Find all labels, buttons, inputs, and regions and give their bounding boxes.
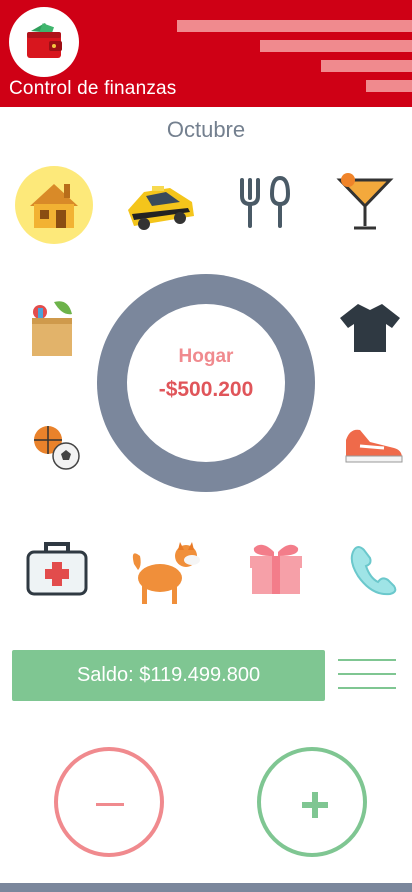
menu-line — [338, 673, 396, 675]
header-stripe — [321, 60, 412, 72]
grocery-bag-icon — [32, 301, 72, 356]
expense-ring-chart[interactable]: Hogar -$500.200 — [97, 274, 315, 492]
taxi-icon — [128, 186, 194, 230]
app-logo — [9, 7, 79, 77]
category-salud[interactable] — [20, 534, 96, 610]
category-comida[interactable] — [228, 166, 304, 242]
balance-button[interactable]: Saldo: $119.499.800 — [12, 650, 325, 701]
app-header: Control de finanzas — [0, 0, 412, 107]
add-expense-button[interactable] — [54, 747, 164, 857]
category-taxi[interactable] — [122, 170, 198, 246]
minus-icon — [96, 803, 124, 806]
menu-line — [338, 659, 396, 661]
phone-icon — [350, 546, 397, 596]
category-bebidas[interactable] — [330, 166, 406, 242]
category-ropa[interactable] — [334, 294, 410, 370]
bottom-bar — [0, 883, 412, 892]
first-aid-kit-icon — [26, 542, 88, 596]
selected-category-amount: -$500.200 — [158, 378, 254, 401]
category-mascotas[interactable] — [126, 534, 202, 610]
fork-spoon-icon — [240, 175, 291, 228]
selected-category-name: Hogar — [178, 346, 234, 367]
wallet-icon — [27, 23, 62, 58]
header-stripe — [260, 40, 412, 52]
header-stripe — [177, 20, 412, 32]
gift-icon — [250, 544, 302, 594]
house-icon — [30, 184, 78, 228]
category-regalos[interactable] — [238, 534, 314, 610]
month-title[interactable]: Octubre — [0, 117, 412, 143]
category-hogar[interactable] — [16, 166, 92, 242]
plus-icon — [312, 792, 318, 818]
menu-icon[interactable] — [338, 656, 396, 692]
dog-icon — [132, 542, 200, 604]
app-title: Control de finanzas — [9, 78, 177, 99]
category-telefono[interactable] — [344, 538, 412, 614]
category-calzado[interactable] — [340, 420, 412, 496]
header-stripe — [366, 80, 412, 92]
add-income-button[interactable] — [257, 747, 367, 857]
cocktail-icon — [336, 173, 394, 230]
balance-label: Saldo: $119.499.800 — [76, 664, 261, 686]
sneaker-icon — [345, 429, 403, 463]
menu-line — [338, 687, 396, 689]
category-deportes[interactable] — [26, 420, 102, 496]
tshirt-icon — [340, 304, 400, 352]
category-mercado[interactable] — [16, 294, 92, 370]
balls-icon — [34, 426, 80, 470]
